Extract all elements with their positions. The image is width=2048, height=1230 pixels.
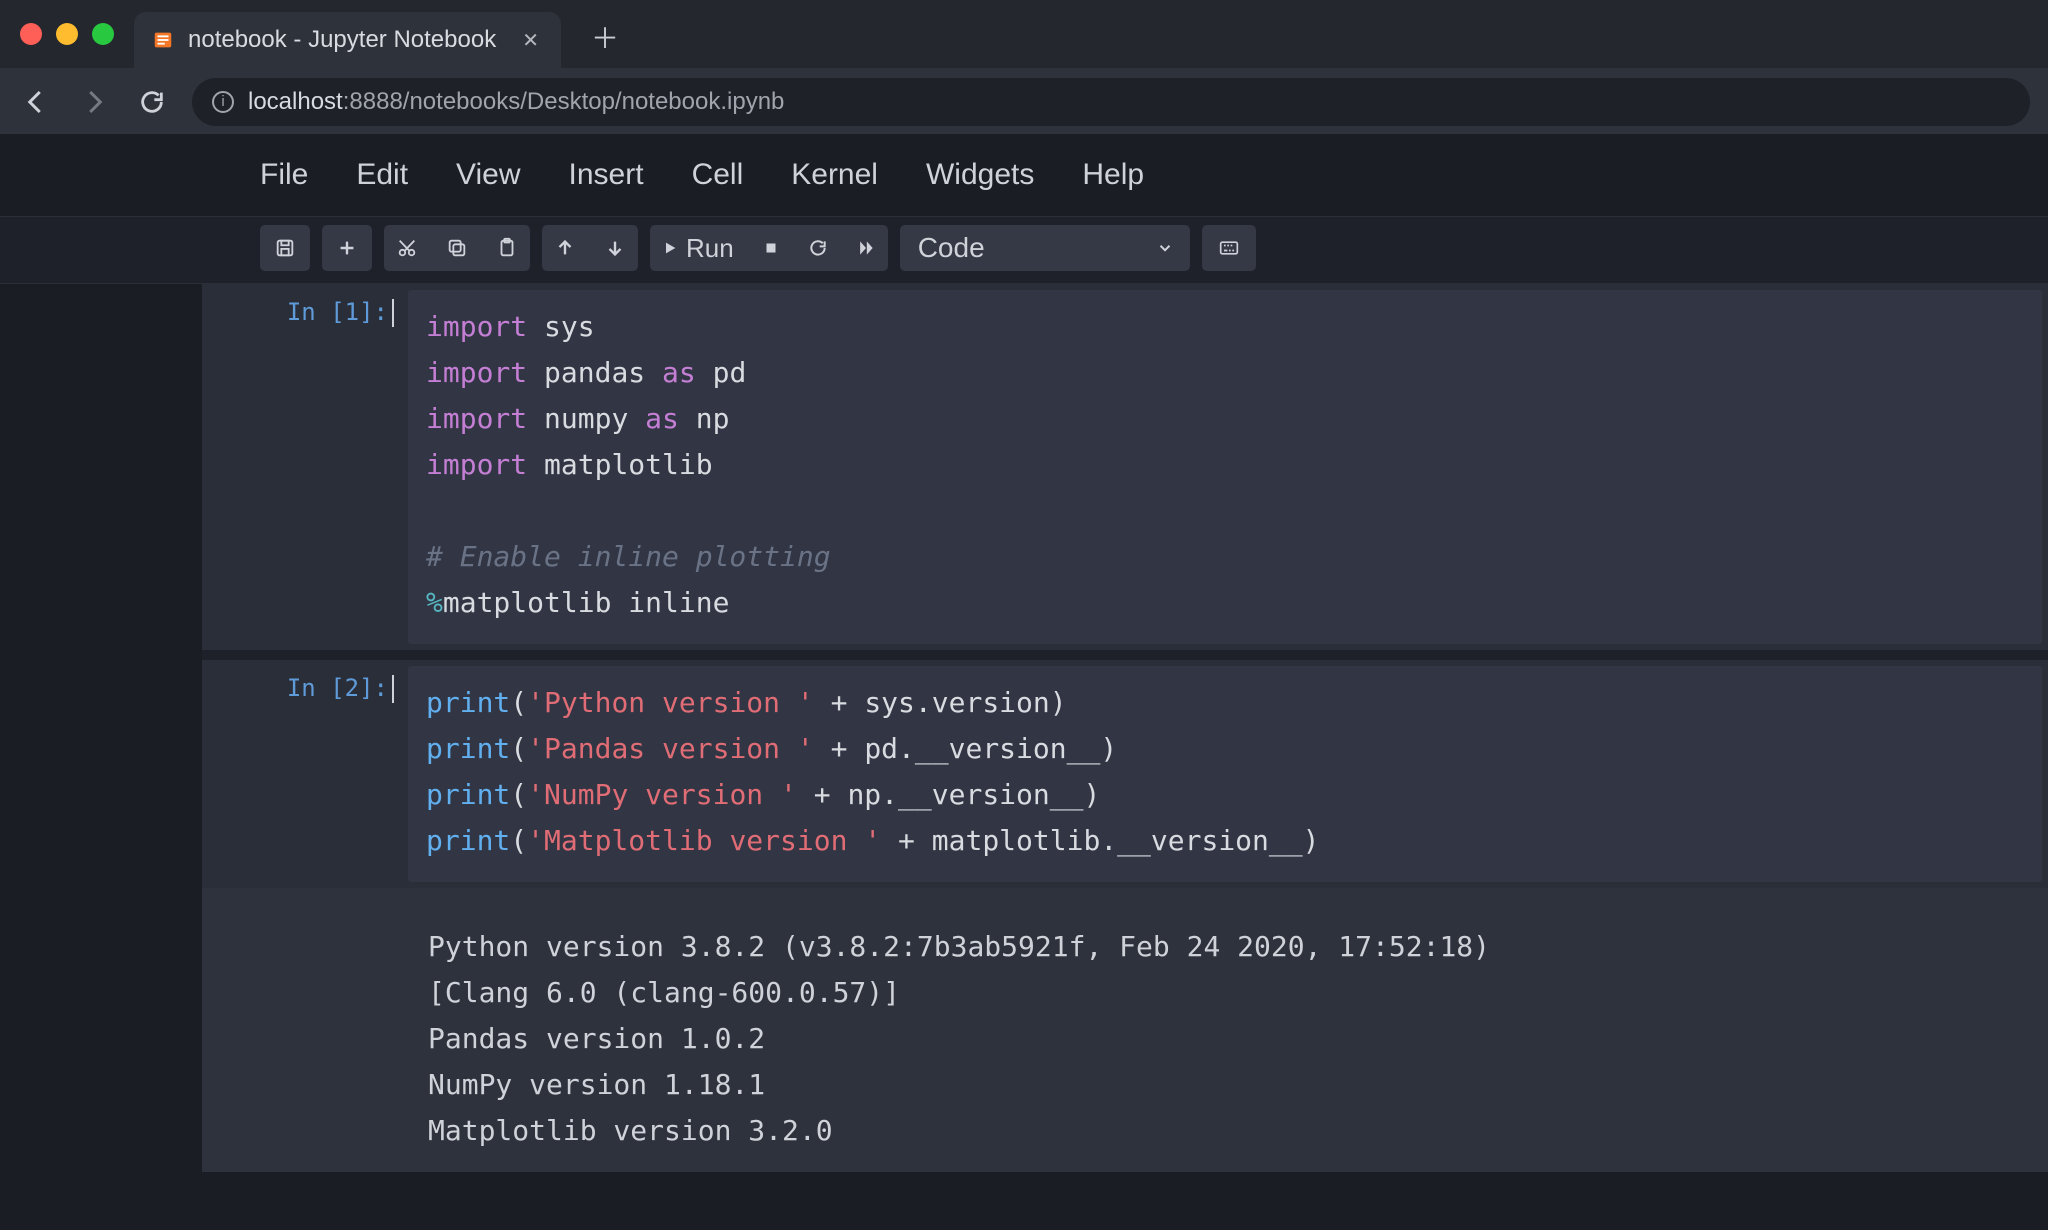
menu-cell[interactable]: Cell xyxy=(692,158,744,192)
jupyter-favicon-icon xyxy=(152,29,174,51)
code-cell[interactable]: In [2]: print('Python version ' + sys.ve… xyxy=(202,660,2048,888)
browser-chrome: notebook - Jupyter Notebook ✕ ＋ i localh… xyxy=(0,0,2048,134)
jupyter-toolbar: Run Code xyxy=(0,216,2048,284)
menu-file[interactable]: File xyxy=(260,158,308,192)
input-prompt: In [2]: xyxy=(208,660,408,888)
run-button-label: Run xyxy=(686,233,734,264)
interrupt-button[interactable] xyxy=(750,225,792,271)
output-cell: . Python version 3.8.2 (v3.8.2:7b3ab5921… xyxy=(202,888,2048,1172)
copy-button[interactable] xyxy=(434,225,480,271)
window-controls xyxy=(20,23,114,45)
code-editor[interactable]: import sys import pandas as pd import nu… xyxy=(408,290,2042,644)
cut-button[interactable] xyxy=(384,225,430,271)
run-group: Run xyxy=(650,225,888,271)
input-prompt: In [1]: xyxy=(208,284,408,650)
run-button[interactable]: Run xyxy=(650,225,746,271)
jupyter-menubar: File Edit View Insert Cell Kernel Widget… xyxy=(0,134,2048,216)
insert-cell-below-button[interactable] xyxy=(322,225,372,271)
forward-button[interactable] xyxy=(76,84,112,120)
output-prompt: . xyxy=(202,910,402,1172)
window-minimize-button[interactable] xyxy=(56,23,78,45)
address-bar[interactable]: i localhost:8888/notebooks/Desktop/noteb… xyxy=(192,78,2030,126)
edit-group xyxy=(384,225,530,271)
tab-strip: notebook - Jupyter Notebook ✕ ＋ xyxy=(0,0,2048,68)
move-group xyxy=(542,225,638,271)
menu-insert[interactable]: Insert xyxy=(569,158,644,192)
notebook: File Edit View Insert Cell Kernel Widget… xyxy=(0,134,2048,1172)
restart-run-all-button[interactable] xyxy=(844,225,888,271)
menu-widgets[interactable]: Widgets xyxy=(926,158,1034,192)
browser-toolbar: i localhost:8888/notebooks/Desktop/noteb… xyxy=(0,68,2048,134)
save-button[interactable] xyxy=(260,225,310,271)
cell-divider xyxy=(202,650,2048,660)
window-zoom-button[interactable] xyxy=(92,23,114,45)
url-text: localhost:8888/notebooks/Desktop/noteboo… xyxy=(248,88,784,116)
move-up-button[interactable] xyxy=(542,225,588,271)
restart-button[interactable] xyxy=(796,225,840,271)
window-close-button[interactable] xyxy=(20,23,42,45)
site-info-icon[interactable]: i xyxy=(212,91,234,113)
new-tab-button[interactable]: ＋ xyxy=(581,17,629,57)
cells-container: In [1]: import sys import pandas as pd i… xyxy=(0,284,2048,1172)
menu-edit[interactable]: Edit xyxy=(356,158,408,192)
menu-help[interactable]: Help xyxy=(1082,158,1144,192)
paste-button[interactable] xyxy=(484,225,530,271)
reload-button[interactable] xyxy=(134,84,170,120)
code-cell[interactable]: In [1]: import sys import pandas as pd i… xyxy=(202,284,2048,650)
cell-type-value: Code xyxy=(918,232,985,264)
move-down-button[interactable] xyxy=(592,225,638,271)
tab-close-icon[interactable]: ✕ xyxy=(522,28,539,53)
menu-kernel[interactable]: Kernel xyxy=(791,158,878,192)
command-palette-button[interactable] xyxy=(1202,225,1256,271)
menu-view[interactable]: View xyxy=(456,158,520,192)
browser-tab[interactable]: notebook - Jupyter Notebook ✕ xyxy=(134,12,561,68)
browser-tab-title: notebook - Jupyter Notebook xyxy=(188,26,496,54)
cell-type-select[interactable]: Code xyxy=(900,225,1190,271)
back-button[interactable] xyxy=(18,84,54,120)
code-editor[interactable]: print('Python version ' + sys.version) p… xyxy=(408,666,2042,882)
output-text: Python version 3.8.2 (v3.8.2:7b3ab5921f,… xyxy=(402,910,2048,1172)
chevron-down-icon xyxy=(1156,239,1174,257)
